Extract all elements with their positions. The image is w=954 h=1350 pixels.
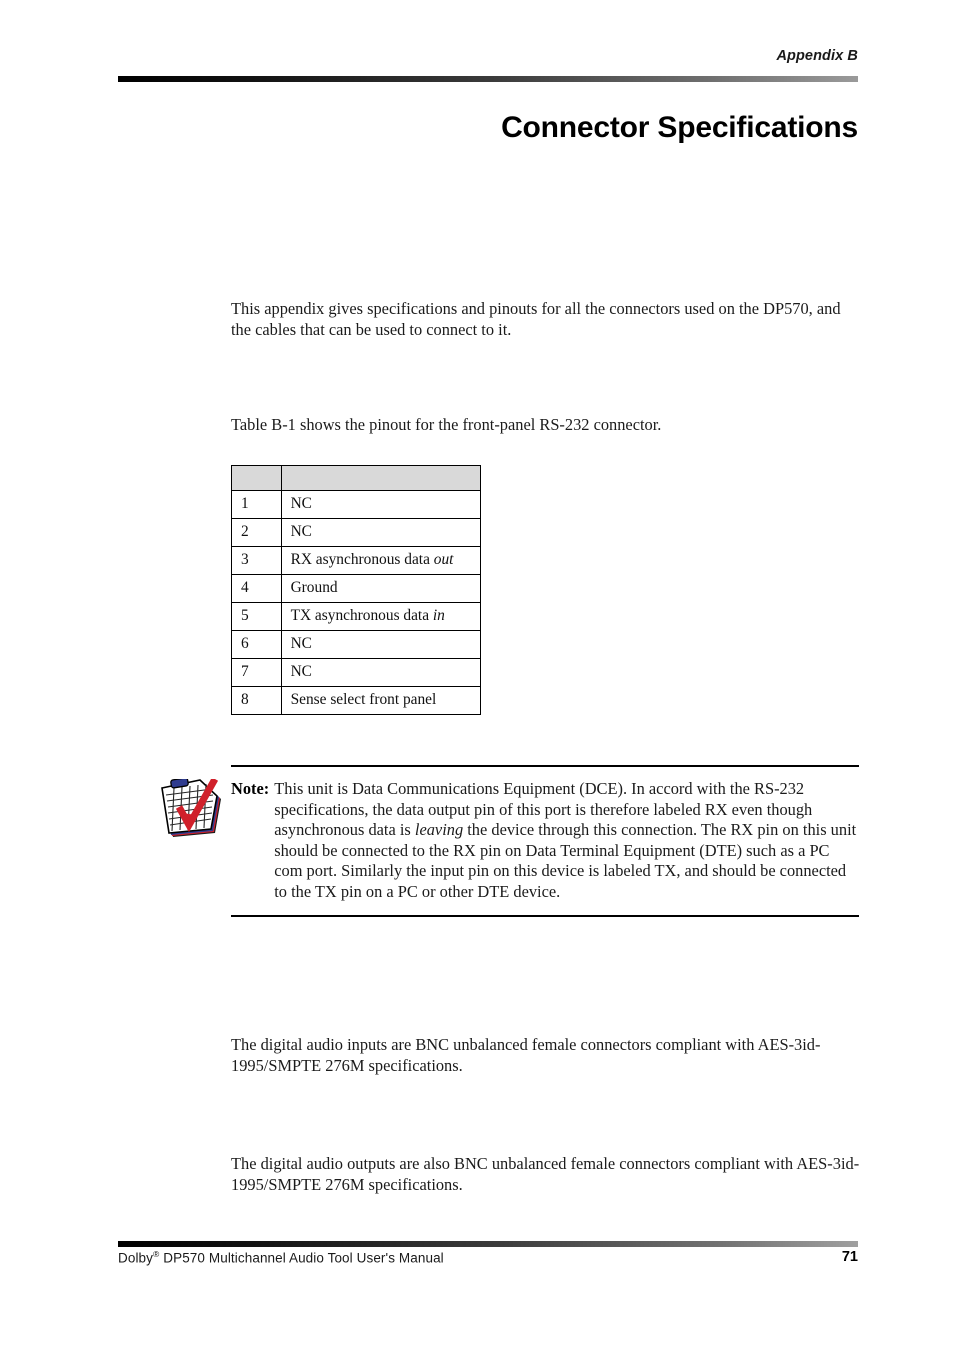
clipboard-check-icon xyxy=(155,777,227,841)
note-block: Note: This unit is Data Communications E… xyxy=(231,765,859,917)
note-text: This unit is Data Communications Equipme… xyxy=(274,779,859,903)
table-cell-description: RX asynchronous data out xyxy=(280,546,482,575)
document-page: Appendix B Connector Specifications This… xyxy=(0,0,954,1350)
digital-outputs-paragraph: The digital audio outputs are also BNC u… xyxy=(231,1154,860,1194)
page-title: Connector Specifications xyxy=(501,111,858,145)
table-row: 4 Ground xyxy=(231,574,482,603)
digital-inputs-paragraph: The digital audio inputs are BNC unbalan… xyxy=(231,1035,821,1075)
note-label: Note: xyxy=(231,779,270,798)
table-cell-description: Ground xyxy=(280,574,482,603)
table-body: 1 NC 2 NC 3 RX asynchronous data out 4 Ground 5 T… xyxy=(231,490,482,715)
table-row: 7 NC xyxy=(231,658,482,687)
table-cell-pin: 2 xyxy=(231,518,282,547)
table-cell-pin: 8 xyxy=(231,686,282,715)
table-cell-pin: 7 xyxy=(231,658,282,687)
table-row: 3 RX asynchronous data out xyxy=(231,546,482,575)
table-row: 2 NC xyxy=(231,518,482,547)
table-cell-description: NC xyxy=(280,630,482,659)
table-cell-pin: 1 xyxy=(231,490,282,519)
table-header-row xyxy=(231,465,482,491)
note-text-emphasis: leaving xyxy=(414,820,464,840)
description-text: NC xyxy=(290,523,312,540)
table-cell-pin: 4 xyxy=(231,574,282,603)
table-row: 8 Sense select front panel xyxy=(231,686,482,715)
header-rule xyxy=(118,76,858,82)
intro-paragraph: This appendix gives specifications and p… xyxy=(231,299,841,339)
table-cell-pin: 3 xyxy=(231,546,282,575)
table-header xyxy=(231,465,482,491)
footer-rule xyxy=(118,1241,858,1247)
table-cell-description: NC xyxy=(280,518,482,547)
table-row: 6 NC xyxy=(231,630,482,659)
description-text: NC xyxy=(290,635,312,652)
table-reference-paragraph: Table B-1 shows the pinout for the front… xyxy=(231,415,662,435)
note-body: Note: This unit is Data Communications E… xyxy=(231,767,859,915)
table-header-pin xyxy=(231,465,282,491)
description-emphasis: in xyxy=(432,607,445,624)
table-row: 5 TX asynchronous data in xyxy=(231,602,482,631)
note-bottom-rule xyxy=(231,914,859,917)
running-head: Appendix B xyxy=(776,48,858,64)
table-cell-description: NC xyxy=(280,490,482,519)
table-cell-description: Sense select front panel xyxy=(280,686,482,715)
description-text: NC xyxy=(290,495,312,512)
table-cell-pin: 5 xyxy=(231,602,282,631)
description-text: TX asynchronous data xyxy=(290,607,433,624)
table-cell-pin: 6 xyxy=(231,630,282,659)
description-text: Ground xyxy=(290,579,338,596)
description-emphasis: out xyxy=(433,551,454,568)
rs232-pinout-table: 1 NC 2 NC 3 RX asynchronous data out 4 Ground 5 T… xyxy=(231,465,482,715)
description-text: Sense select front panel xyxy=(290,691,437,708)
table-header-description xyxy=(280,465,482,491)
description-text: RX asynchronous data xyxy=(290,551,434,568)
table-cell-description: NC xyxy=(280,658,482,687)
table-cell-description: TX asynchronous data in xyxy=(280,602,482,631)
page-number: 71 xyxy=(841,1249,858,1265)
description-text: NC xyxy=(290,663,312,680)
table-row: 1 NC xyxy=(231,490,482,519)
